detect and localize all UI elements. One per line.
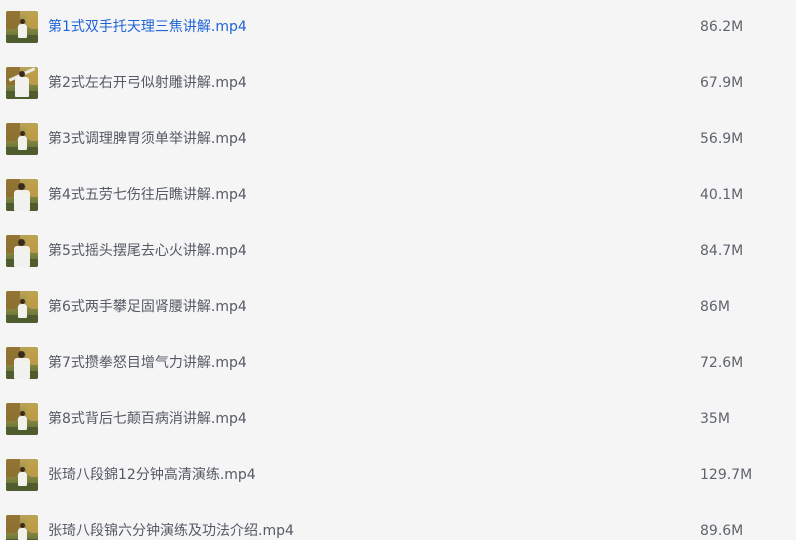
video-thumbnail-icon[interactable] [6,515,38,540]
file-name-link[interactable]: 张琦八段錦12分钟高清演练.mp4 [48,465,256,485]
video-thumbnail-icon[interactable] [6,403,38,435]
file-size: 72.6M [700,355,744,371]
file-name-link[interactable]: 第5式摇头摆尾去心火讲解.mp4 [48,241,247,261]
video-thumbnail-icon[interactable] [6,291,38,323]
file-size: 86M [700,299,730,315]
file-name-link[interactable]: 张琦八段锦六分钟演练及功法介绍.mp4 [48,521,294,540]
file-row[interactable]: 第3式调理脾胃须单举讲解.mp4 56.9M [0,112,796,168]
file-name-link[interactable]: 第7式攒拳怒目增气力讲解.mp4 [48,353,247,373]
video-thumbnail-icon[interactable] [6,235,38,267]
file-size: 67.9M [700,75,744,91]
file-name-link[interactable]: 第3式调理脾胃须单举讲解.mp4 [48,129,247,149]
video-thumbnail-icon[interactable] [6,179,38,211]
file-row[interactable]: 第4式五劳七伤往后瞧讲解.mp4 40.1M [0,168,796,224]
video-thumbnail-icon[interactable] [6,123,38,155]
video-thumbnail-icon[interactable] [6,459,38,491]
file-name-link[interactable]: 第4式五劳七伤往后瞧讲解.mp4 [48,185,247,205]
video-thumbnail-icon[interactable] [6,11,38,43]
file-row[interactable]: 张琦八段錦12分钟高清演练.mp4 129.7M [0,448,796,504]
file-name-link[interactable]: 第8式背后七颠百病消讲解.mp4 [48,409,247,429]
file-size: 89.6M [700,523,744,539]
file-name-link[interactable]: 第2式左右开弓似射雕讲解.mp4 [48,73,247,93]
file-row[interactable]: 第5式摇头摆尾去心火讲解.mp4 84.7M [0,224,796,280]
video-thumbnail-icon[interactable] [6,347,38,379]
file-name-link[interactable]: 第1式双手托天理三焦讲解.mp4 [48,17,247,37]
file-row[interactable]: 张琦八段锦六分钟演练及功法介绍.mp4 89.6M [0,504,796,540]
file-list: 第1式双手托天理三焦讲解.mp4 86.2M 第2式左右开弓似射雕讲解.mp4 … [0,0,796,540]
file-size: 56.9M [700,131,744,147]
file-size: 129.7M [700,467,753,483]
file-row[interactable]: 第1式双手托天理三焦讲解.mp4 86.2M [0,0,796,56]
file-row[interactable]: 第7式攒拳怒目增气力讲解.mp4 72.6M [0,336,796,392]
video-thumbnail-icon[interactable] [6,67,38,99]
file-size: 84.7M [700,243,744,259]
file-size: 35M [700,411,730,427]
file-row[interactable]: 第8式背后七颠百病消讲解.mp4 35M [0,392,796,448]
file-row[interactable]: 第6式两手攀足固肾腰讲解.mp4 86M [0,280,796,336]
file-size: 40.1M [700,187,744,203]
file-size: 86.2M [700,19,744,35]
file-name-link[interactable]: 第6式两手攀足固肾腰讲解.mp4 [48,297,247,317]
file-row[interactable]: 第2式左右开弓似射雕讲解.mp4 67.9M [0,56,796,112]
